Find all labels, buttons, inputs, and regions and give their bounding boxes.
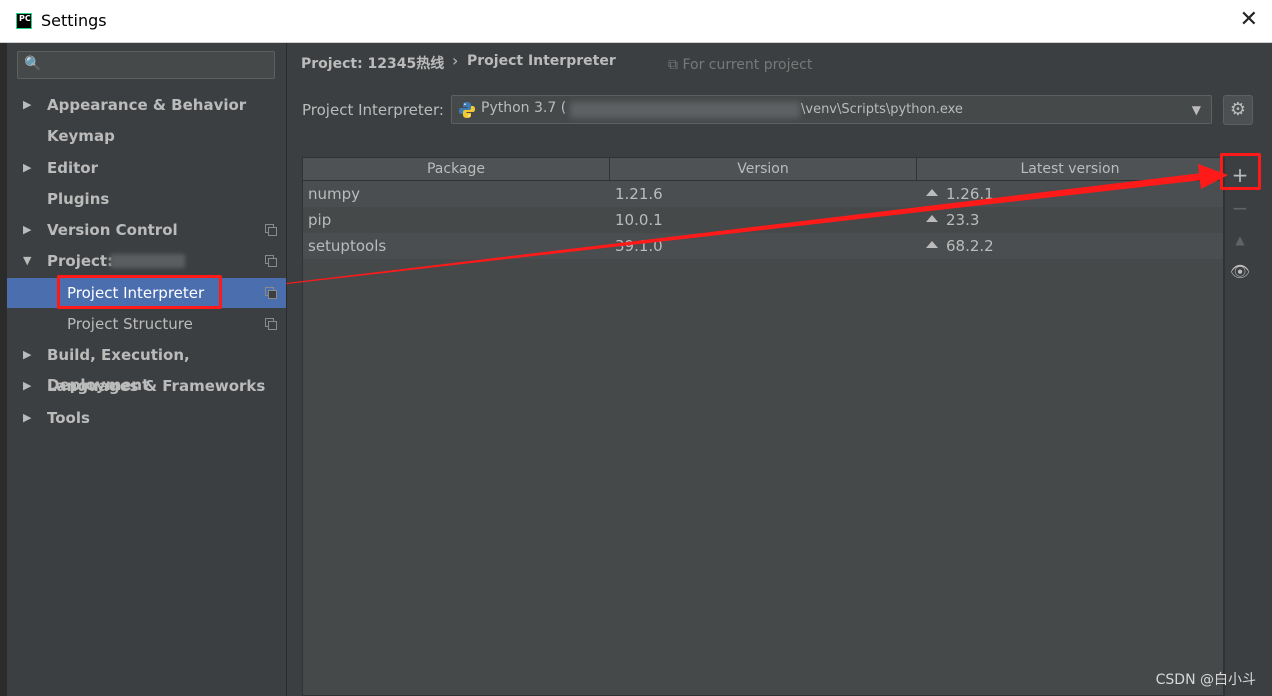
sidebar-item-project-structure[interactable]: Project Structure — [7, 309, 286, 339]
sidebar-item-plugins[interactable]: Plugins — [7, 184, 286, 214]
package-version: 39.1.0 — [615, 237, 663, 255]
project-scope-icon — [265, 255, 277, 267]
package-latest: 68.2.2 — [926, 233, 994, 259]
table-row[interactable]: setuptools 39.1.0 68.2.2 — [303, 233, 1223, 259]
sidebar-item-tools[interactable]: ▶ Tools — [7, 403, 286, 433]
column-header-package[interactable]: Package — [303, 158, 610, 180]
packages-toolbar: + − ▲ 👁 — [1224, 157, 1255, 696]
project-scope-icon — [265, 287, 277, 299]
settings-window: PC Settings ✕ 🔍 ▶ Appearance & Behavior … — [0, 0, 1272, 696]
collapse-arrow-icon[interactable]: ▼ — [23, 246, 31, 276]
upgrade-available-icon — [926, 215, 938, 222]
expand-arrow-icon[interactable]: ▶ — [23, 215, 31, 245]
python-icon — [459, 102, 475, 118]
sidebar-item-label: Project Structure — [67, 315, 193, 333]
package-latest-version: 1.26.1 — [946, 185, 994, 203]
show-early-releases-eye-icon[interactable]: 👁 — [1225, 259, 1255, 285]
annotation-highlight-box — [57, 275, 222, 309]
project-scope-icon — [265, 224, 277, 236]
for-current-project-note: ⧉ For current project — [668, 57, 813, 73]
packages-table: Package Version Latest version numpy 1.2… — [302, 157, 1224, 696]
expand-arrow-icon[interactable]: ▶ — [23, 90, 31, 120]
sidebar-item-label: Languages & Frameworks — [47, 377, 266, 395]
breadcrumb-separator: › — [452, 51, 459, 70]
sidebar-item-label: Tools — [47, 409, 90, 427]
sidebar-item-appearance-behavior[interactable]: ▶ Appearance & Behavior — [7, 90, 286, 120]
close-icon[interactable]: ✕ — [1240, 8, 1258, 32]
chevron-down-icon[interactable]: ▼ — [1192, 103, 1201, 117]
upgrade-available-icon — [926, 241, 938, 248]
sidebar-item-label: Appearance & Behavior — [47, 96, 247, 114]
remove-package-button[interactable]: − — [1225, 195, 1255, 221]
table-header: Package Version Latest version — [303, 158, 1223, 181]
interpreter-name: Python 3.7 ( — [481, 100, 567, 116]
sidebar-item-project[interactable]: ▼ Project: — [7, 246, 286, 276]
watermark: CSDN @白小斗 — [1155, 672, 1256, 688]
package-version: 1.21.6 — [615, 185, 663, 203]
expand-arrow-icon[interactable]: ▶ — [23, 371, 31, 401]
sidebar-item-build-execution-deployment[interactable]: ▶ Build, Execution, Deployment — [7, 340, 286, 394]
package-latest-version: 68.2.2 — [946, 237, 994, 255]
interpreter-label: Project Interpreter: — [302, 101, 444, 119]
search-icon: 🔍 — [24, 56, 42, 72]
interpreter-select[interactable]: Python 3.7 ( \venv\Scripts\python.exe ▼ — [451, 95, 1212, 124]
package-name: pip — [308, 211, 332, 229]
package-name: setuptools — [308, 237, 387, 255]
window-title: Settings — [41, 11, 107, 30]
interpreter-path: \venv\Scripts\python.exe — [801, 102, 963, 117]
breadcrumb-project: Project: 12345热线 — [301, 56, 445, 72]
sidebar-item-label: Editor — [47, 159, 98, 177]
package-latest-version: 23.3 — [946, 211, 980, 229]
expand-arrow-icon[interactable]: ▶ — [23, 153, 31, 183]
sidebar-item-version-control[interactable]: ▶ Version Control — [7, 215, 286, 245]
package-latest: 23.3 — [926, 207, 979, 233]
sidebar-item-languages-frameworks[interactable]: ▶ Languages & Frameworks — [7, 371, 286, 401]
title-bar: PC Settings ✕ — [0, 0, 1272, 43]
background-editor-strip — [0, 43, 7, 696]
package-version: 10.0.1 — [615, 211, 663, 229]
settings-content-panel: Project: 12345热线 › Project Interpreter ⧉… — [287, 43, 1272, 696]
table-row[interactable]: numpy 1.21.6 1.26.1 — [303, 181, 1223, 207]
sidebar-item-label: Project: — [47, 252, 114, 270]
expand-arrow-icon[interactable]: ▶ — [23, 403, 31, 433]
sidebar-item-keymap[interactable]: Keymap — [7, 121, 286, 151]
settings-sidebar: 🔍 ▶ Appearance & Behavior Keymap ▶ Edito… — [7, 43, 287, 696]
table-row[interactable]: pip 10.0.1 23.3 — [303, 207, 1223, 233]
pycharm-icon: PC — [16, 13, 32, 29]
column-header-latest-version[interactable]: Latest version — [917, 158, 1223, 180]
sidebar-item-label: Plugins — [47, 190, 110, 208]
sidebar-item-editor[interactable]: ▶ Editor — [7, 153, 286, 183]
annotation-highlight-box — [1220, 153, 1261, 190]
package-name: numpy — [308, 185, 361, 203]
upgrade-available-icon — [926, 189, 938, 196]
project-scope-icon — [265, 318, 277, 330]
settings-search-input[interactable]: 🔍 — [17, 51, 275, 79]
column-header-version[interactable]: Version — [610, 158, 917, 180]
sidebar-item-label: Version Control — [47, 221, 178, 239]
sidebar-item-label: Keymap — [47, 127, 115, 145]
interpreter-settings-gear-button[interactable]: ⚙ — [1223, 95, 1253, 125]
upgrade-package-button[interactable]: ▲ — [1225, 227, 1255, 253]
redacted-project-name — [110, 254, 185, 268]
redacted-interpreter-path — [570, 102, 800, 118]
expand-arrow-icon[interactable]: ▶ — [23, 340, 31, 370]
package-latest: 1.26.1 — [926, 181, 994, 207]
breadcrumb-page: Project Interpreter — [467, 53, 616, 69]
